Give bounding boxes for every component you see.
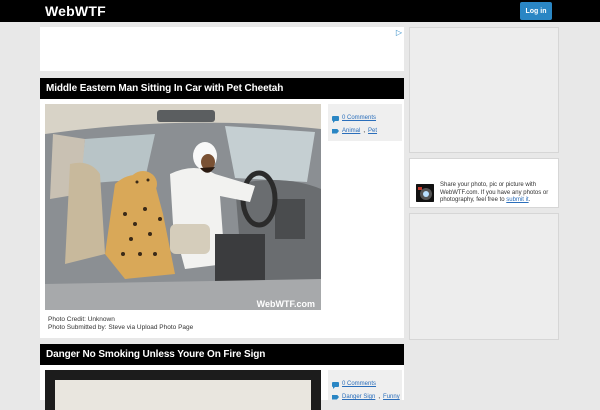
top-navigation-bar: WebWTF Log in (0, 0, 600, 22)
photo-watermark: WebWTF.com (257, 299, 315, 309)
site-logo[interactable]: WebWTF (45, 3, 106, 19)
post-meta-box: 0 Comments Animal, Pet (328, 104, 402, 141)
post-card: WebWTF.com Photo Credit: Unknown Photo S… (40, 99, 404, 338)
comment-bubble-icon (332, 381, 339, 389)
photo-credit: Photo Credit: Unknown (48, 316, 115, 323)
post-card: 0 Comments Danger Sign, Funny (40, 365, 404, 410)
comments-row: 0 Comments (332, 381, 376, 389)
tag-icon (332, 394, 339, 400)
tags-row: Danger Sign, Funny (332, 394, 400, 400)
photo-submitted-by: Photo Submitted by: Steve via Upload Pho… (48, 324, 194, 331)
post-title[interactable]: Middle Eastern Man Sitting In Car with P… (40, 78, 404, 99)
sidebar-ad-bottom[interactable] (409, 213, 559, 340)
share-text: Share your photo, pic or picture with We… (440, 182, 549, 203)
tag-icon (332, 128, 339, 134)
tag-link-funny[interactable]: Funny (383, 394, 400, 400)
comment-bubble-icon (332, 115, 339, 123)
photo-illustration: WebWTF.com (45, 104, 321, 310)
comments-link[interactable]: 0 Comments (342, 381, 376, 387)
post-title[interactable]: Danger No Smoking Unless Youre On Fire S… (40, 344, 404, 365)
tags-row: Animal, Pet (332, 128, 377, 134)
ad-choices-icon[interactable]: ▷ (396, 28, 402, 37)
post-meta-box: 0 Comments Danger Sign, Funny (328, 370, 402, 400)
tag-link-pet[interactable]: Pet (368, 128, 377, 134)
tag-link-animal[interactable]: Animal (342, 128, 360, 134)
submit-it-link[interactable]: submit it (506, 197, 528, 203)
post-photo-cheetah[interactable]: WebWTF.com (45, 104, 321, 310)
login-button[interactable]: Log in (520, 2, 552, 20)
comments-row: 0 Comments (332, 115, 376, 123)
top-ad-banner[interactable]: ▷ (40, 27, 404, 71)
comments-link[interactable]: 0 Comments (342, 115, 376, 121)
sign-photo-illustration (45, 370, 321, 410)
post-photo-sign[interactable] (45, 370, 321, 410)
sidebar-ad-top[interactable] (409, 27, 559, 153)
share-photo-box: Share your photo, pic or picture with We… (409, 158, 559, 208)
camera-avatar-icon (416, 184, 434, 202)
tag-link-danger-sign[interactable]: Danger Sign (342, 394, 375, 400)
